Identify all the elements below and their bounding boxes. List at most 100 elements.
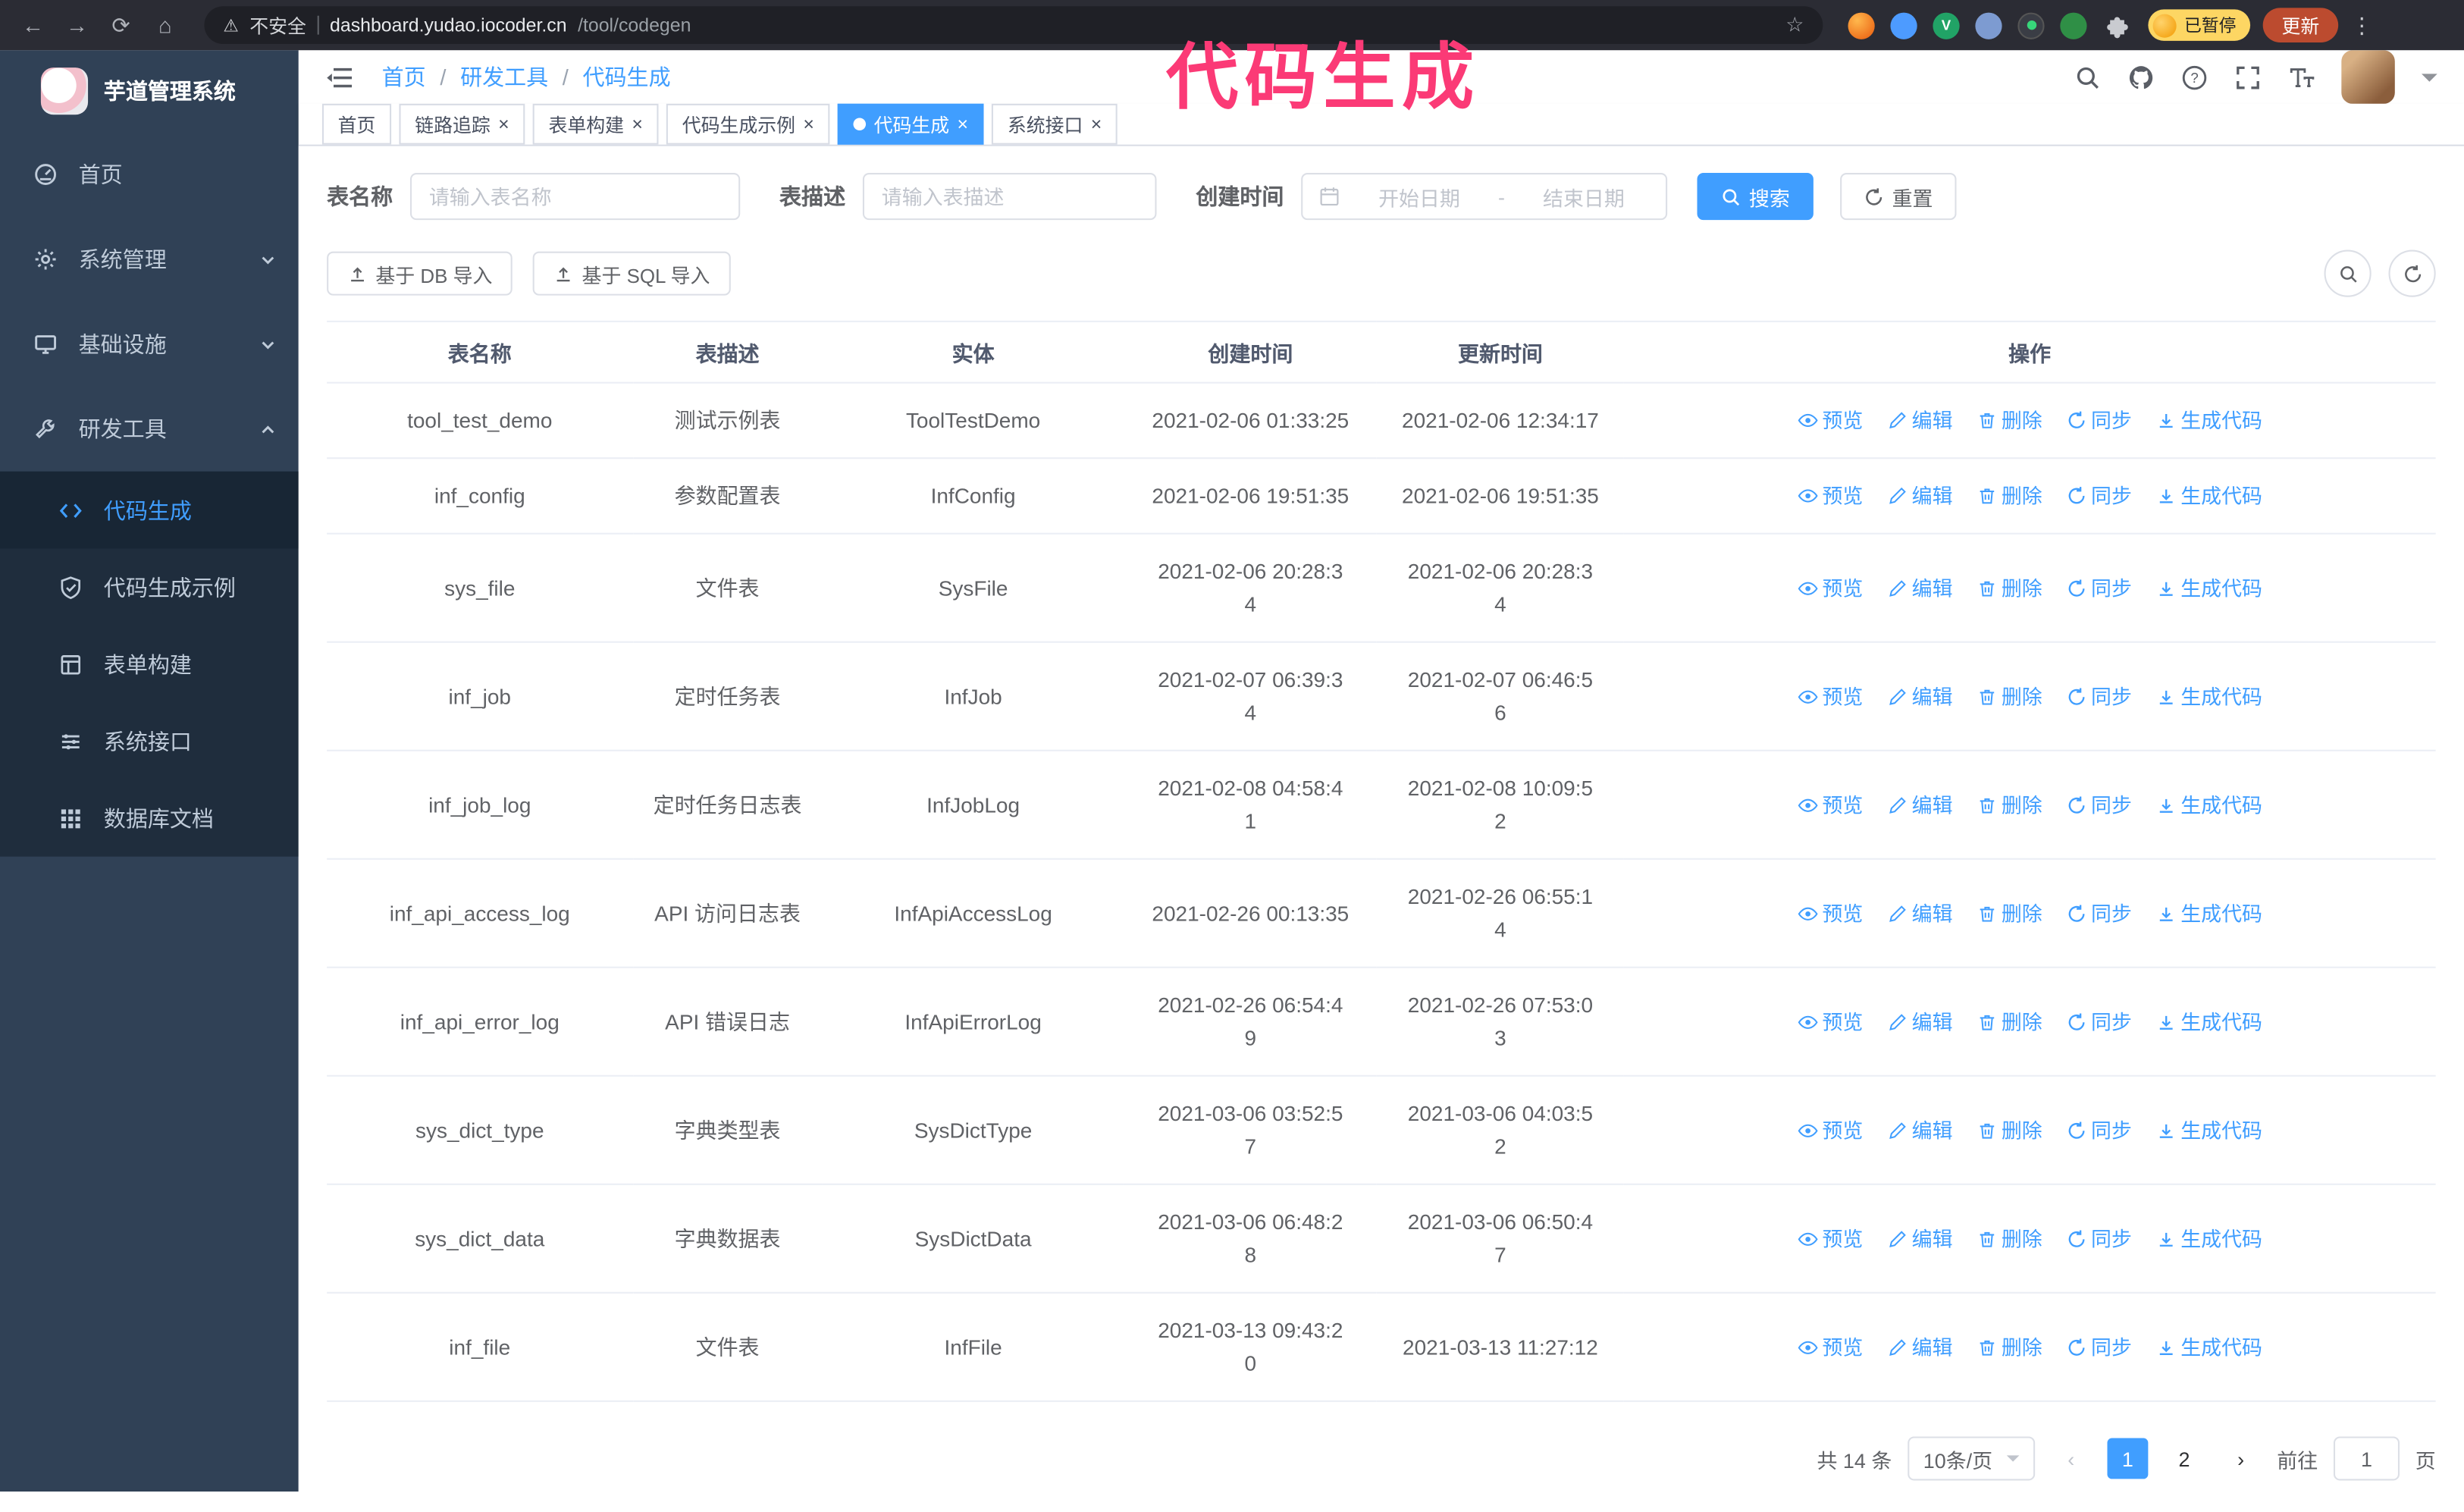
sync-link[interactable]: 同步 bbox=[2066, 788, 2132, 821]
generate-code-link[interactable]: 生成代码 bbox=[2155, 1114, 2262, 1147]
delete-link[interactable]: 删除 bbox=[1977, 1331, 2042, 1364]
sync-link[interactable]: 同步 bbox=[2066, 1331, 2132, 1364]
page-size-select[interactable]: 10条/页 bbox=[1908, 1436, 2036, 1481]
home-icon[interactable]: ⌂ bbox=[145, 5, 186, 45]
sync-link[interactable]: 同步 bbox=[2066, 1114, 2132, 1147]
close-icon[interactable]: × bbox=[632, 114, 643, 133]
search-icon[interactable] bbox=[2074, 64, 2101, 90]
delete-link[interactable]: 删除 bbox=[1977, 404, 2042, 438]
sidebar-item-codegen-example[interactable]: 代码生成示例 bbox=[0, 548, 299, 626]
page-button-1[interactable]: 1 bbox=[2107, 1438, 2149, 1479]
extension-v-icon[interactable]: V bbox=[1933, 11, 1960, 39]
sidebar-item-dev-tools[interactable]: 研发工具 bbox=[0, 387, 299, 472]
sidebar-item-codegen[interactable]: 代码生成 bbox=[0, 471, 299, 549]
extension-leaf-icon[interactable] bbox=[2060, 11, 2087, 39]
preview-link[interactable]: 预览 bbox=[1797, 1114, 1863, 1147]
generate-code-link[interactable]: 生成代码 bbox=[2155, 679, 2262, 713]
kebab-menu-icon[interactable]: ⋮ bbox=[2348, 12, 2376, 39]
table-name-input[interactable] bbox=[409, 172, 741, 221]
generate-code-link[interactable]: 生成代码 bbox=[2155, 1331, 2262, 1364]
sync-link[interactable]: 同步 bbox=[2066, 479, 2132, 513]
generate-code-link[interactable]: 生成代码 bbox=[2155, 404, 2262, 438]
import-sql-button[interactable]: 基于 SQL 导入 bbox=[533, 251, 731, 296]
fullscreen-icon[interactable] bbox=[2234, 64, 2261, 90]
breadcrumb-home[interactable]: 首页 bbox=[382, 61, 426, 93]
close-icon[interactable]: × bbox=[1091, 114, 1102, 133]
preview-link[interactable]: 预览 bbox=[1797, 679, 1863, 713]
breadcrumb-dev-tools[interactable]: 研发工具 bbox=[460, 61, 548, 93]
close-icon[interactable]: × bbox=[803, 114, 814, 133]
extension-fox-icon[interactable] bbox=[1848, 11, 1875, 39]
delete-link[interactable]: 删除 bbox=[1977, 1005, 2042, 1038]
close-icon[interactable]: × bbox=[958, 114, 969, 133]
extensions-puzzle-icon[interactable] bbox=[2102, 12, 2129, 39]
toggle-search-button[interactable] bbox=[2324, 249, 2372, 297]
delete-link[interactable]: 删除 bbox=[1977, 1114, 2042, 1147]
delete-link[interactable]: 删除 bbox=[1977, 788, 2042, 821]
sync-link[interactable]: 同步 bbox=[2066, 404, 2132, 438]
question-icon[interactable]: ? bbox=[2181, 64, 2208, 90]
sidebar-item-home[interactable]: 首页 bbox=[0, 132, 299, 217]
generate-code-link[interactable]: 生成代码 bbox=[2155, 571, 2262, 604]
tab-system-api[interactable]: 系统接口 × bbox=[992, 103, 1118, 145]
delete-link[interactable]: 删除 bbox=[1977, 679, 2042, 713]
hamburger-icon[interactable] bbox=[325, 64, 355, 90]
edit-link[interactable]: 编辑 bbox=[1887, 404, 1953, 438]
table-desc-input[interactable] bbox=[862, 172, 1157, 221]
date-range-picker[interactable]: 开始日期 - 结束日期 bbox=[1301, 172, 1668, 221]
page-button-2[interactable]: 2 bbox=[2164, 1438, 2205, 1479]
edit-link[interactable]: 编辑 bbox=[1887, 1005, 1953, 1038]
profile-paused-badge[interactable]: 已暂停 bbox=[2148, 9, 2251, 41]
bookmark-star-icon[interactable]: ☆ bbox=[1785, 13, 1804, 38]
edit-link[interactable]: 编辑 bbox=[1887, 679, 1953, 713]
sidebar-item-db-doc[interactable]: 数据库文档 bbox=[0, 780, 299, 857]
github-icon[interactable] bbox=[2127, 64, 2154, 90]
extension-proxy-icon[interactable] bbox=[2017, 11, 2045, 39]
delete-link[interactable]: 删除 bbox=[1977, 896, 2042, 930]
extension-group-icon[interactable] bbox=[1975, 11, 2002, 39]
generate-code-link[interactable]: 生成代码 bbox=[2155, 896, 2262, 930]
browser-update-button[interactable]: 更新 bbox=[2262, 8, 2339, 42]
edit-link[interactable]: 编辑 bbox=[1887, 1222, 1953, 1256]
sync-link[interactable]: 同步 bbox=[2066, 679, 2132, 713]
generate-code-link[interactable]: 生成代码 bbox=[2155, 479, 2262, 513]
next-page-button[interactable]: › bbox=[2220, 1438, 2262, 1479]
preview-link[interactable]: 预览 bbox=[1797, 1331, 1863, 1364]
preview-link[interactable]: 预览 bbox=[1797, 1222, 1863, 1256]
tab-codegen-example[interactable]: 代码生成示例 × bbox=[666, 103, 830, 145]
refresh-table-button[interactable] bbox=[2388, 249, 2436, 297]
address-bar[interactable]: ⚠ 不安全 dashboard.yudao.iocoder.cn/tool/co… bbox=[204, 6, 1823, 45]
delete-link[interactable]: 删除 bbox=[1977, 1222, 2042, 1256]
sidebar-item-form-builder[interactable]: 表单构建 bbox=[0, 626, 299, 703]
sync-link[interactable]: 同步 bbox=[2066, 1005, 2132, 1038]
import-db-button[interactable]: 基于 DB 导入 bbox=[327, 251, 513, 296]
sidebar-item-system-management[interactable]: 系统管理 bbox=[0, 217, 299, 302]
tab-trace[interactable]: 链路追踪 × bbox=[399, 103, 525, 145]
back-icon[interactable]: ← bbox=[13, 5, 54, 45]
forward-icon[interactable]: → bbox=[57, 5, 98, 45]
generate-code-link[interactable]: 生成代码 bbox=[2155, 788, 2262, 821]
edit-link[interactable]: 编辑 bbox=[1887, 1114, 1953, 1147]
tab-form-builder[interactable]: 表单构建 × bbox=[532, 103, 659, 145]
prev-page-button[interactable]: ‹ bbox=[2050, 1438, 2092, 1479]
tab-codegen[interactable]: 代码生成 × bbox=[837, 103, 984, 145]
sync-link[interactable]: 同步 bbox=[2066, 571, 2132, 604]
sync-link[interactable]: 同步 bbox=[2066, 896, 2132, 930]
user-avatar[interactable] bbox=[2341, 50, 2395, 104]
edit-link[interactable]: 编辑 bbox=[1887, 788, 1953, 821]
reset-button[interactable]: 重置 bbox=[1840, 172, 1957, 221]
preview-link[interactable]: 预览 bbox=[1797, 896, 1863, 930]
delete-link[interactable]: 删除 bbox=[1977, 571, 2042, 604]
preview-link[interactable]: 预览 bbox=[1797, 788, 1863, 821]
edit-link[interactable]: 编辑 bbox=[1887, 896, 1953, 930]
extension-drop-icon[interactable] bbox=[1890, 11, 1917, 39]
edit-link[interactable]: 编辑 bbox=[1887, 1331, 1953, 1364]
close-icon[interactable]: × bbox=[498, 114, 509, 133]
preview-link[interactable]: 预览 bbox=[1797, 1005, 1863, 1038]
edit-link[interactable]: 编辑 bbox=[1887, 571, 1953, 604]
reload-icon[interactable]: ⟳ bbox=[101, 5, 142, 45]
chevron-down-icon[interactable] bbox=[2422, 73, 2437, 89]
sync-link[interactable]: 同步 bbox=[2066, 1222, 2132, 1256]
search-button[interactable]: 搜索 bbox=[1697, 172, 1814, 221]
sidebar-item-infrastructure[interactable]: 基础设施 bbox=[0, 302, 299, 387]
